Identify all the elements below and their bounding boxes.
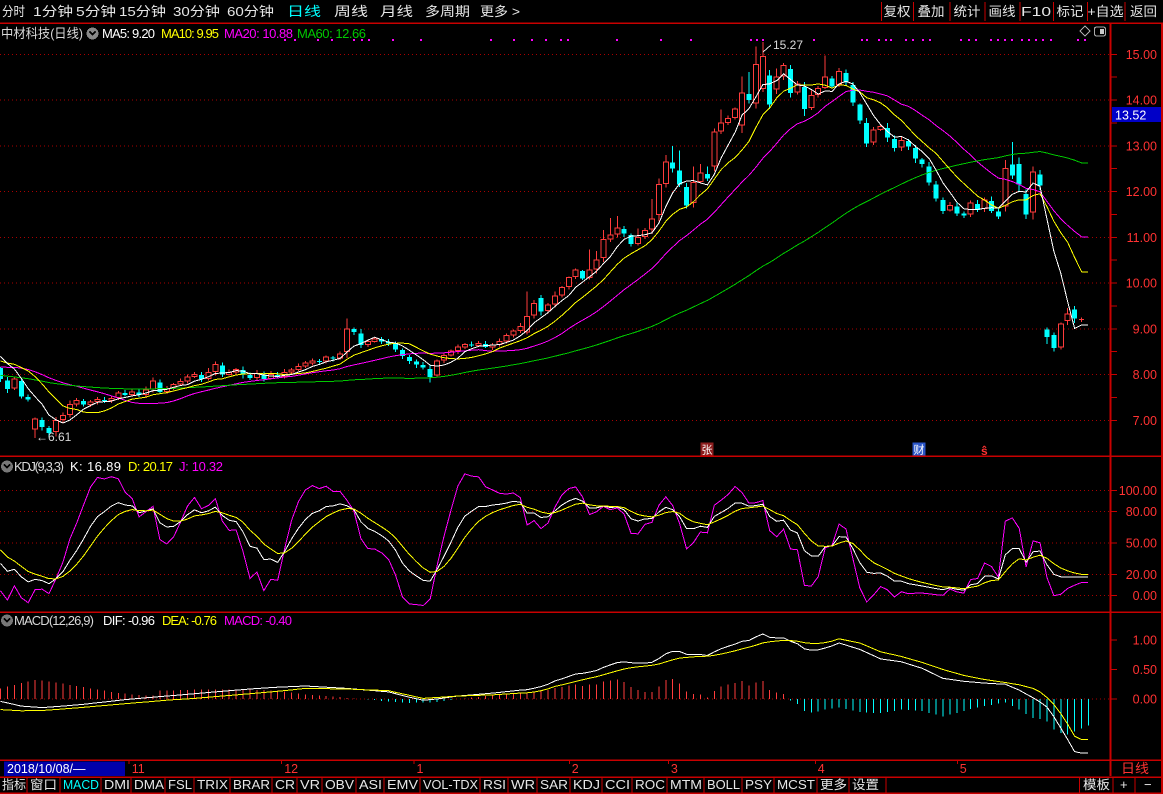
svg-text:5: 5 bbox=[960, 762, 967, 776]
svg-text:2: 2 bbox=[572, 762, 579, 776]
svg-text:0.50: 0.50 bbox=[1133, 663, 1157, 677]
svg-text:更多 >: 更多 > bbox=[480, 4, 520, 19]
svg-text:−: − bbox=[1144, 777, 1152, 792]
svg-text:D: 20.17: D: 20.17 bbox=[128, 459, 173, 474]
svg-text:60分钟: 60分钟 bbox=[227, 4, 274, 19]
svg-text:MA10: 9.95: MA10: 9.95 bbox=[161, 26, 219, 41]
svg-text:12: 12 bbox=[284, 762, 298, 776]
svg-text:3: 3 bbox=[671, 762, 678, 776]
svg-text:分时: 分时 bbox=[2, 4, 25, 19]
svg-text:VOL-TDX: VOL-TDX bbox=[423, 778, 479, 792]
svg-text:画线: 画线 bbox=[989, 4, 1016, 19]
svg-text:叠加: 叠加 bbox=[918, 4, 945, 19]
svg-text:9.00: 9.00 bbox=[1133, 322, 1157, 336]
svg-text:RSI: RSI bbox=[483, 778, 506, 792]
svg-text:中材科技(日线): 中材科技(日线) bbox=[1, 26, 83, 41]
svg-text:设置: 设置 bbox=[852, 777, 879, 792]
svg-text:FSL: FSL bbox=[168, 778, 192, 792]
svg-text:复权: 复权 bbox=[884, 4, 911, 19]
svg-text:0.00: 0.00 bbox=[1133, 589, 1157, 603]
svg-text:OBV: OBV bbox=[325, 778, 355, 792]
svg-text:DMI: DMI bbox=[104, 778, 130, 792]
svg-text:TRIX: TRIX bbox=[197, 778, 229, 792]
svg-text:13.00: 13.00 bbox=[1126, 139, 1157, 153]
svg-text:VR: VR bbox=[300, 778, 320, 792]
svg-text:15.27: 15.27 bbox=[773, 38, 803, 52]
svg-text:指标: 指标 bbox=[2, 777, 26, 792]
svg-text:周线: 周线 bbox=[334, 4, 368, 19]
svg-text:CR: CR bbox=[275, 778, 295, 792]
svg-text:月线: 月线 bbox=[380, 4, 413, 19]
svg-text:14.00: 14.00 bbox=[1126, 94, 1157, 108]
svg-text:2018/10/08/—: 2018/10/08/— bbox=[7, 762, 86, 776]
svg-text:7.00: 7.00 bbox=[1133, 414, 1157, 428]
svg-text:MA5: 9.20: MA5: 9.20 bbox=[102, 26, 155, 41]
svg-text:15.00: 15.00 bbox=[1126, 48, 1157, 62]
svg-text:J: 10.32: J: 10.32 bbox=[179, 459, 223, 474]
svg-text:10.00: 10.00 bbox=[1126, 277, 1157, 291]
svg-text:DIF: -0.96: DIF: -0.96 bbox=[103, 613, 155, 628]
svg-text:MACD: -0.40: MACD: -0.40 bbox=[224, 613, 292, 628]
svg-text:WR: WR bbox=[511, 778, 535, 792]
svg-text:30分钟: 30分钟 bbox=[173, 4, 220, 19]
svg-text:标记: 标记 bbox=[1057, 4, 1084, 19]
svg-text:0.00: 0.00 bbox=[1133, 693, 1157, 707]
svg-text:80.00: 80.00 bbox=[1126, 505, 1157, 519]
svg-text:ASI: ASI bbox=[359, 778, 382, 792]
svg-text:模板: 模板 bbox=[1083, 778, 1111, 792]
svg-text:KDJ: KDJ bbox=[573, 778, 600, 792]
svg-text:张: 张 bbox=[702, 444, 713, 457]
svg-text:BOLL: BOLL bbox=[707, 778, 740, 792]
svg-text:PSY: PSY bbox=[745, 778, 773, 792]
svg-text:1.00: 1.00 bbox=[1133, 634, 1157, 648]
svg-text:12.00: 12.00 bbox=[1126, 185, 1157, 199]
svg-text:11.00: 11.00 bbox=[1127, 231, 1157, 245]
svg-text:MTM: MTM bbox=[670, 778, 702, 792]
svg-text:KDJ(9,3,3): KDJ(9,3,3) bbox=[14, 459, 64, 474]
svg-text:财: 财 bbox=[914, 443, 925, 457]
svg-text:MACD: MACD bbox=[63, 778, 99, 792]
svg-text:MA60: 12.66: MA60: 12.66 bbox=[297, 26, 366, 41]
svg-text:MCST: MCST bbox=[777, 778, 815, 792]
svg-text:BRAR: BRAR bbox=[233, 778, 270, 792]
svg-text:4: 4 bbox=[818, 762, 825, 776]
svg-text:5分钟: 5分钟 bbox=[76, 4, 116, 19]
svg-text:15分钟: 15分钟 bbox=[119, 4, 166, 19]
svg-text:8.00: 8.00 bbox=[1133, 368, 1157, 382]
svg-text:ROC: ROC bbox=[635, 778, 665, 792]
svg-text:1: 1 bbox=[417, 762, 424, 776]
svg-text:统计: 统计 bbox=[954, 4, 981, 19]
svg-text:←6.61: ←6.61 bbox=[36, 430, 72, 444]
svg-text:返回: 返回 bbox=[1130, 4, 1157, 19]
svg-text:100.00: 100.00 bbox=[1119, 484, 1157, 498]
svg-text:1分钟: 1分钟 bbox=[33, 4, 73, 19]
svg-text:13.52: 13.52 bbox=[1115, 109, 1146, 123]
svg-text:50.00: 50.00 bbox=[1126, 537, 1157, 551]
svg-text:日线: 日线 bbox=[1121, 761, 1149, 776]
svg-text:CCI: CCI bbox=[605, 778, 630, 792]
svg-text:+: + bbox=[1120, 777, 1128, 792]
svg-text:EMV: EMV bbox=[387, 778, 419, 792]
svg-text:F10: F10 bbox=[1021, 4, 1051, 19]
svg-text:ŝ: ŝ bbox=[981, 444, 988, 458]
svg-text:DEA: -0.76: DEA: -0.76 bbox=[162, 613, 217, 628]
svg-text:SAR: SAR bbox=[540, 778, 568, 792]
svg-text:多周期: 多周期 bbox=[425, 4, 470, 19]
svg-text:20.00: 20.00 bbox=[1126, 568, 1157, 582]
svg-text:更多: 更多 bbox=[820, 778, 847, 792]
svg-text:MACD(12,26,9): MACD(12,26,9) bbox=[14, 613, 94, 628]
svg-text:日线: 日线 bbox=[287, 4, 321, 19]
svg-text:DMA: DMA bbox=[134, 778, 165, 792]
svg-text:MA20: 10.88: MA20: 10.88 bbox=[224, 26, 293, 41]
svg-text:+自选: +自选 bbox=[1088, 4, 1124, 19]
svg-text:11: 11 bbox=[132, 762, 145, 776]
svg-text:K: 16.89: K: 16.89 bbox=[70, 459, 121, 474]
svg-text:窗口: 窗口 bbox=[30, 778, 57, 792]
